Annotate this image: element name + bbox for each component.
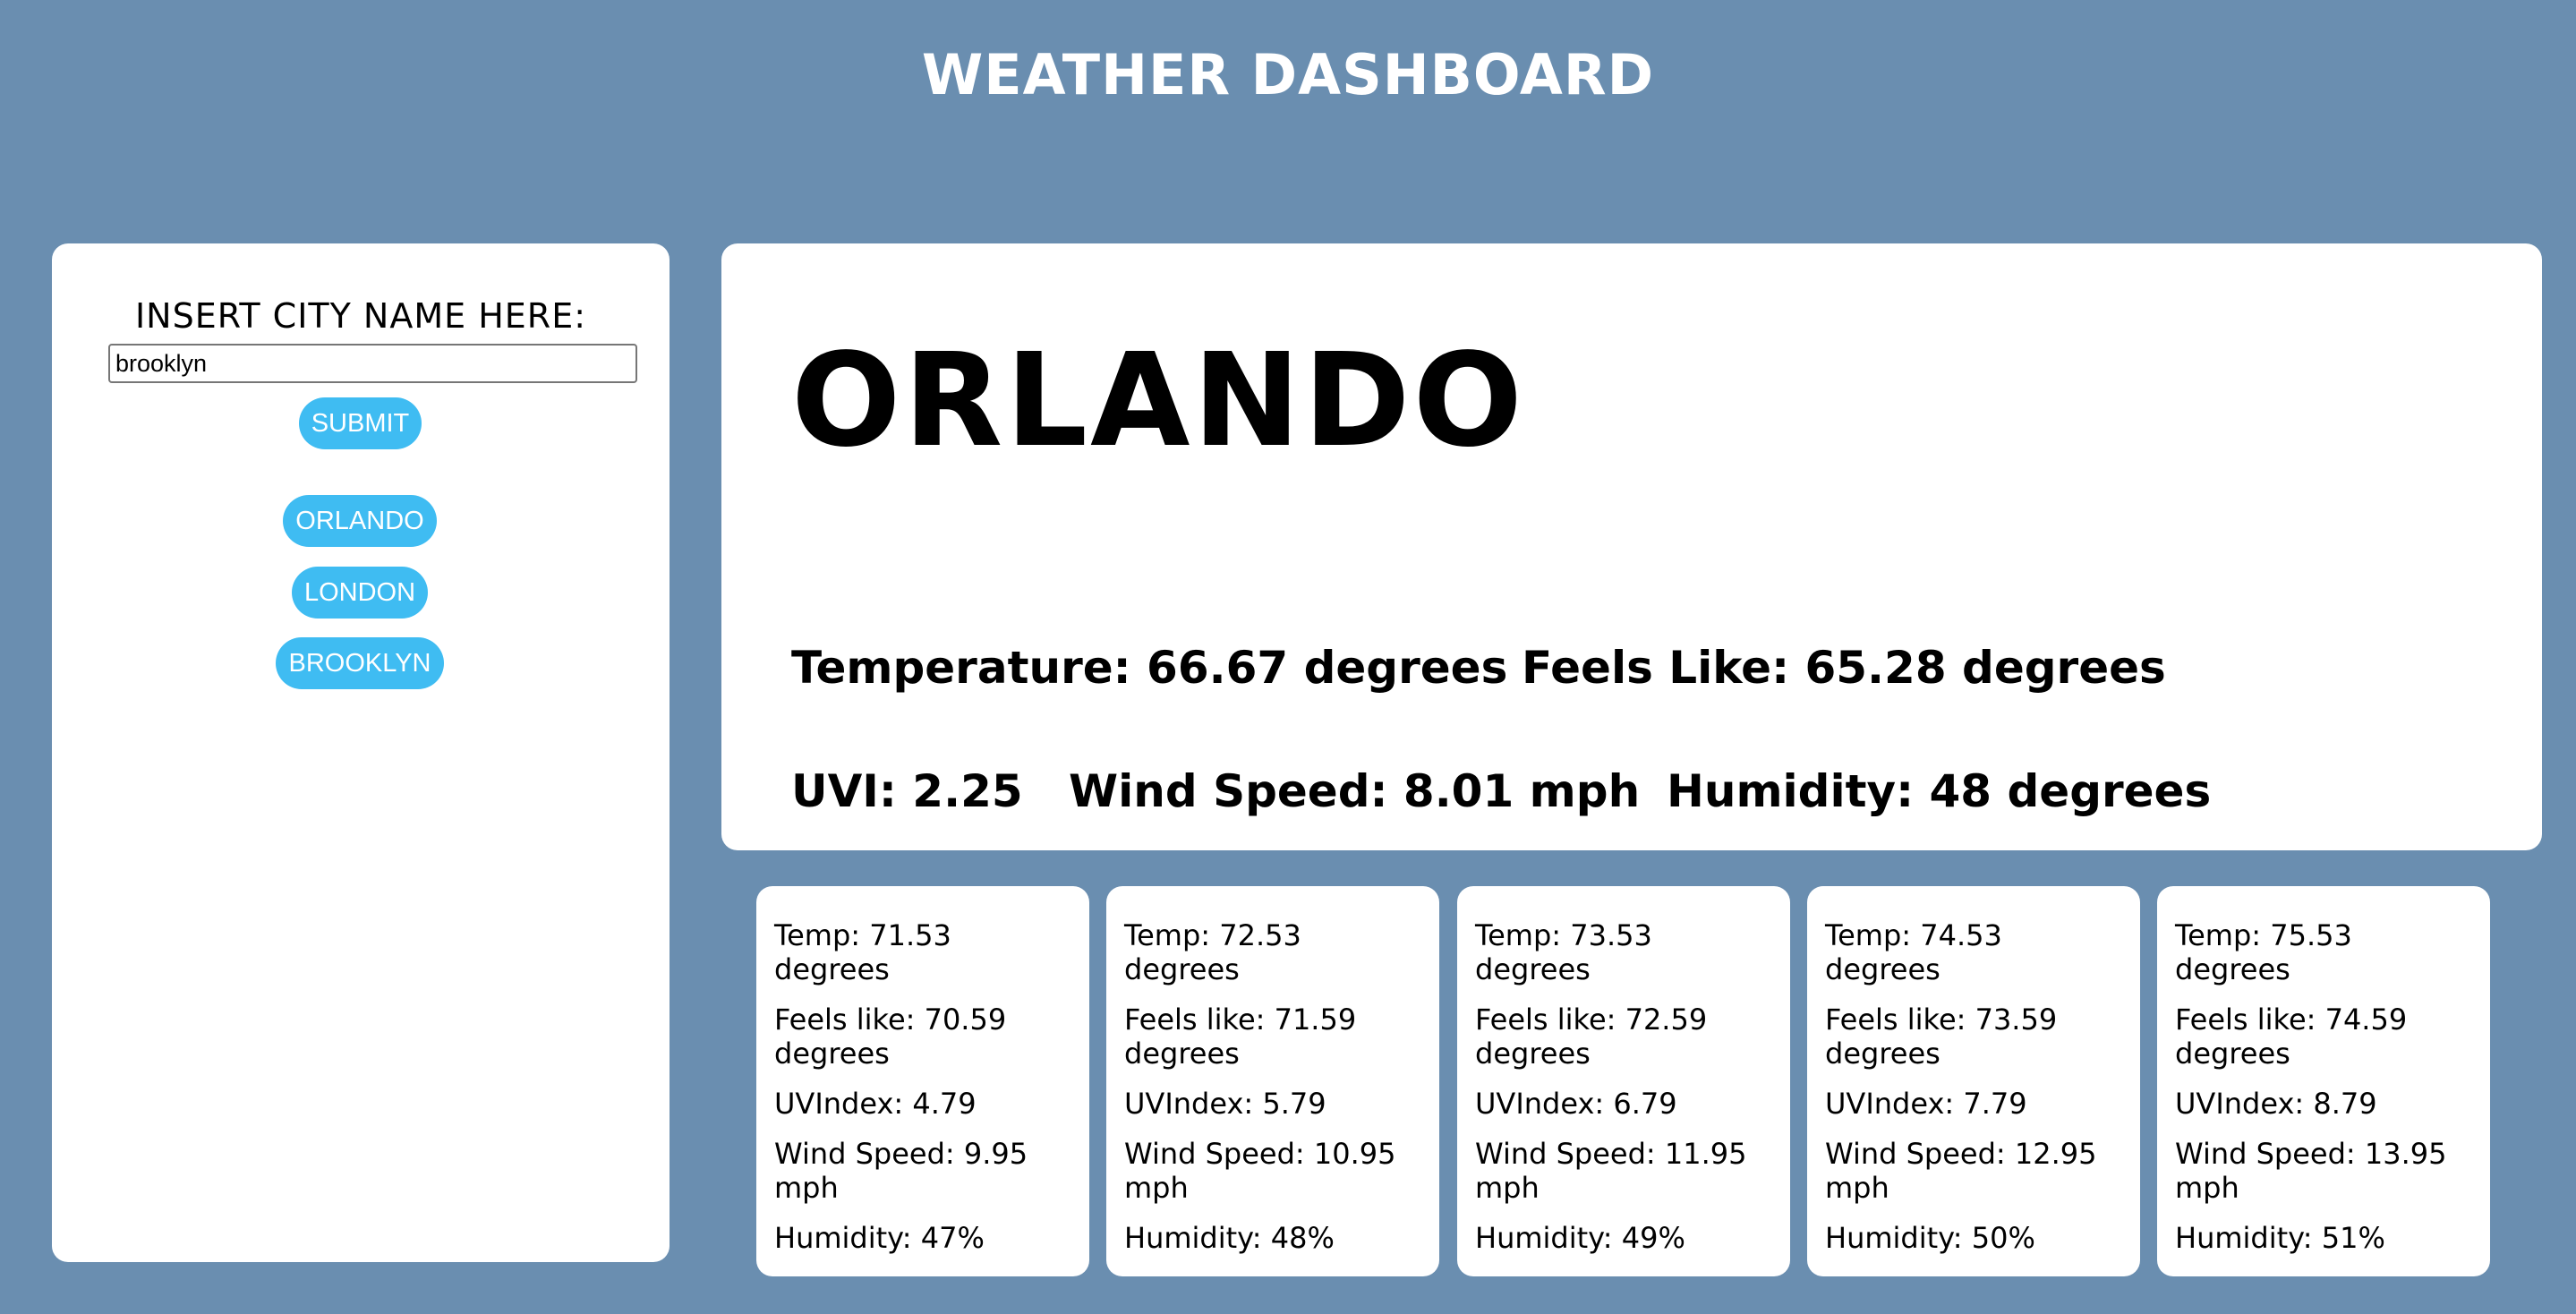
current-feels-like: Feels Like: 65.28 degrees <box>1522 642 2166 694</box>
forecast-wind-speed: Wind Speed: 11.95 mph <box>1475 1137 1747 1205</box>
weather-dashboard: WEATHER DASHBOARD INSERT CITY NAME HERE:… <box>0 0 2576 1314</box>
submit-button[interactable]: SUBMIT <box>299 397 422 449</box>
forecast-wind-speed: Wind Speed: 10.95 mph <box>1124 1137 1396 1205</box>
forecast-temp: Temp: 74.53 degrees <box>1825 918 2002 986</box>
forecast-wind-speed: Wind Speed: 9.95 mph <box>774 1137 1028 1205</box>
forecast-feels-like: Feels like: 71.59 degrees <box>1124 1003 1357 1071</box>
forecast-card-day-3: Temp: 73.53 degrees Feels like: 72.59 de… <box>1457 886 1790 1276</box>
forecast-feels-like: Feels like: 74.59 degrees <box>2175 1003 2408 1071</box>
current-weather-panel: ORLANDO Temperature: 66.67 degrees Feels… <box>721 243 2542 850</box>
search-sidebar: INSERT CITY NAME HERE: SUBMIT ORLANDO LO… <box>52 243 670 1262</box>
city-search-input[interactable] <box>108 344 637 383</box>
city-name: ORLANDO <box>791 325 1525 475</box>
forecast-wind-speed: Wind Speed: 12.95 mph <box>1825 1137 2097 1205</box>
forecast-temp: Temp: 71.53 degrees <box>774 918 951 986</box>
forecast-feels-like: Feels like: 72.59 degrees <box>1475 1003 1708 1071</box>
forecast-card-day-4: Temp: 74.53 degrees Feels like: 73.59 de… <box>1807 886 2140 1276</box>
forecast-humidity: Humidity: 47% <box>774 1221 985 1255</box>
current-humidity: Humidity: 48 degrees <box>1667 765 2212 817</box>
history-button-brooklyn[interactable]: BROOKLYN <box>276 637 444 689</box>
forecast-humidity: Humidity: 51% <box>2175 1221 2385 1255</box>
forecast-uv-index: UVIndex: 4.79 <box>774 1087 977 1121</box>
forecast-wind-speed: Wind Speed: 13.95 mph <box>2175 1137 2447 1205</box>
forecast-uv-index: UVIndex: 6.79 <box>1475 1087 1677 1121</box>
current-wind-speed: Wind Speed: 8.01 mph <box>1069 765 1641 817</box>
forecast-temp: Temp: 73.53 degrees <box>1475 918 1652 986</box>
forecast-temp: Temp: 72.53 degrees <box>1124 918 1301 986</box>
page-title: WEATHER DASHBOARD <box>921 42 1655 107</box>
forecast-uv-index: UVIndex: 7.79 <box>1825 1087 2027 1121</box>
forecast-humidity: Humidity: 50% <box>1825 1221 2035 1255</box>
forecast-humidity: Humidity: 48% <box>1124 1221 1335 1255</box>
forecast-temp: Temp: 75.53 degrees <box>2175 918 2352 986</box>
forecast-card-day-1: Temp: 71.53 degrees Feels like: 70.59 de… <box>756 886 1089 1276</box>
forecast-uv-index: UVIndex: 8.79 <box>2175 1087 2377 1121</box>
forecast-feels-like: Feels like: 73.59 degrees <box>1825 1003 2058 1071</box>
forecast-humidity: Humidity: 49% <box>1475 1221 1685 1255</box>
search-label: INSERT CITY NAME HERE: <box>134 296 587 336</box>
forecast-card-day-2: Temp: 72.53 degrees Feels like: 71.59 de… <box>1106 886 1439 1276</box>
history-button-london[interactable]: LONDON <box>292 567 428 619</box>
history-button-orlando[interactable]: ORLANDO <box>283 495 437 547</box>
current-temperature: Temperature: 66.67 degrees <box>791 642 1508 694</box>
forecast-uv-index: UVIndex: 5.79 <box>1124 1087 1326 1121</box>
forecast-card-day-5: Temp: 75.53 degrees Feels like: 74.59 de… <box>2157 886 2490 1276</box>
current-uvi: UVI: 2.25 <box>791 765 1023 817</box>
forecast-feels-like: Feels like: 70.59 degrees <box>774 1003 1007 1071</box>
